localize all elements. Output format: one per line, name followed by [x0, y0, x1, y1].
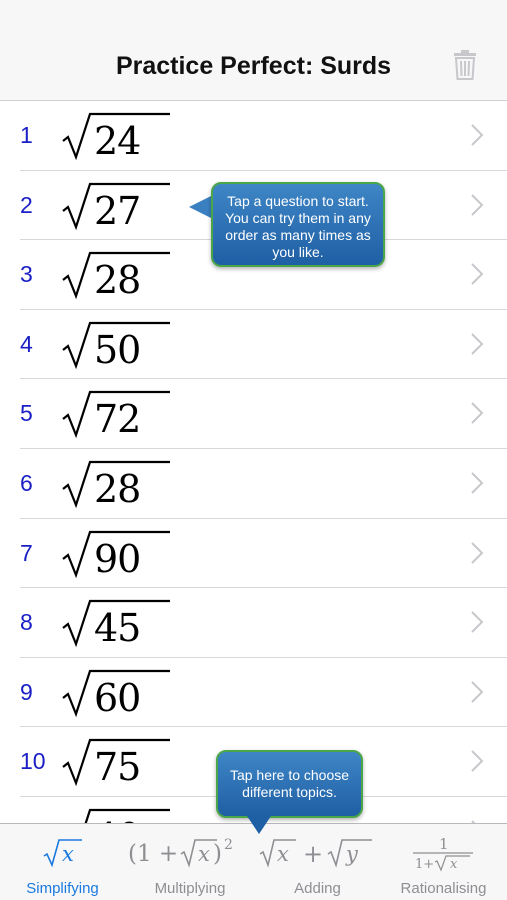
radicand: 40 [94, 815, 141, 823]
radicand: 50 [94, 327, 141, 372]
chevron-right-icon [471, 472, 483, 494]
question-number: 8 [20, 609, 33, 636]
tab-label: Adding [294, 880, 341, 897]
trash-icon[interactable] [453, 50, 477, 80]
question-number: 11 [20, 797, 56, 823]
svg-text:x: x [198, 842, 210, 866]
question-number: 3 [20, 261, 33, 288]
svg-text:): ) [213, 841, 222, 867]
radicand: 24 [94, 119, 141, 163]
radicand: 28 [94, 466, 141, 511]
question-number: 1 [20, 122, 33, 148]
question-number: 10 [20, 748, 46, 775]
question-number: 7 [20, 539, 33, 566]
radicand: 90 [94, 536, 141, 581]
tab-rationalising[interactable]: 1 1+ x Rationalising [380, 824, 507, 900]
question-row[interactable]: 1 24 [20, 101, 507, 171]
chevron-right-icon [471, 681, 483, 703]
question-number: 9 [20, 678, 33, 705]
tab-multiplying[interactable]: (1 + x ) 2 Multiplying [125, 824, 255, 900]
question-row[interactable]: 5 72 [20, 379, 507, 449]
chevron-right-icon [471, 541, 483, 564]
question-number: 4 [20, 330, 33, 357]
svg-text:(1 +: (1 + [128, 841, 178, 867]
surd-expression: 72 [62, 389, 172, 441]
svg-text:y: y [345, 842, 359, 866]
sqrt-x-plus-sqrt-y-icon: x + y [255, 832, 380, 876]
question-row[interactable]: 8 45 [20, 588, 507, 658]
tab-label: Simplifying [26, 880, 99, 897]
question-number: 6 [20, 469, 33, 496]
svg-text:1: 1 [439, 835, 449, 853]
tab-label: Rationalising [400, 880, 487, 897]
question-row[interactable]: 7 90 [20, 519, 507, 589]
surd-expression: 27 [62, 181, 172, 233]
surd-expression: 28 [62, 459, 172, 511]
radicand: 75 [94, 745, 141, 790]
question-number: 2 [20, 191, 33, 218]
one-plus-sqrt-x-squared-icon: (1 + x ) 2 [125, 832, 255, 876]
tab-simplifying[interactable]: x Simplifying [0, 824, 125, 900]
chevron-right-icon [471, 402, 483, 425]
svg-text:+: + [303, 840, 323, 868]
svg-text:2: 2 [224, 837, 233, 853]
radicand: 45 [94, 606, 141, 651]
surd-expression: 75 [62, 737, 172, 789]
svg-text:x: x [277, 842, 289, 866]
chevron-right-icon [471, 263, 483, 285]
question-number: 5 [20, 400, 33, 427]
tooltip-start: Tap a question to start. You can try the… [211, 182, 385, 267]
surd-expression: 60 [62, 668, 172, 720]
question-row[interactable]: 6 28 [20, 449, 507, 519]
svg-text:1+: 1+ [415, 857, 434, 872]
question-row[interactable]: 4 50 [20, 310, 507, 380]
radicand: 27 [94, 188, 141, 233]
surd-expression: 40 [62, 807, 172, 823]
chevron-right-icon [471, 193, 483, 216]
surd-expression: 50 [62, 320, 172, 372]
tooltip-start-pointer [189, 195, 213, 219]
radicand: 28 [94, 258, 141, 303]
svg-text:x: x [62, 842, 74, 866]
one-over-one-plus-sqrt-x-icon: 1 1+ x [380, 832, 507, 876]
surd-expression: 90 [62, 529, 172, 581]
chevron-right-icon [471, 124, 483, 146]
tab-bar: x Simplifying (1 + x ) 2 Multiplying x +… [0, 823, 507, 900]
chevron-right-icon [471, 333, 483, 355]
svg-text:x: x [450, 857, 458, 872]
surd-expression: 24 [62, 111, 172, 163]
navigation-bar: Practice Perfect: Surds [0, 0, 507, 101]
screen: Practice Perfect: Surds 1 24 2 27 3 28 4… [0, 0, 507, 900]
radicand: 72 [94, 397, 141, 442]
radicand: 60 [94, 675, 141, 720]
page-title: Practice Perfect: Surds [115, 52, 392, 80]
chevron-right-icon [471, 611, 483, 633]
question-row[interactable]: 9 60 [20, 658, 507, 728]
tab-adding[interactable]: x + y Adding [255, 824, 380, 900]
sqrt-x-icon: x [0, 832, 125, 876]
tooltip-topics: Tap here to choose different topics. [216, 750, 363, 818]
surd-expression: 28 [62, 250, 172, 302]
chevron-right-icon [471, 750, 483, 773]
tooltip-topics-pointer [247, 816, 271, 834]
surd-expression: 45 [62, 598, 172, 650]
tab-label: Multiplying [154, 880, 226, 897]
